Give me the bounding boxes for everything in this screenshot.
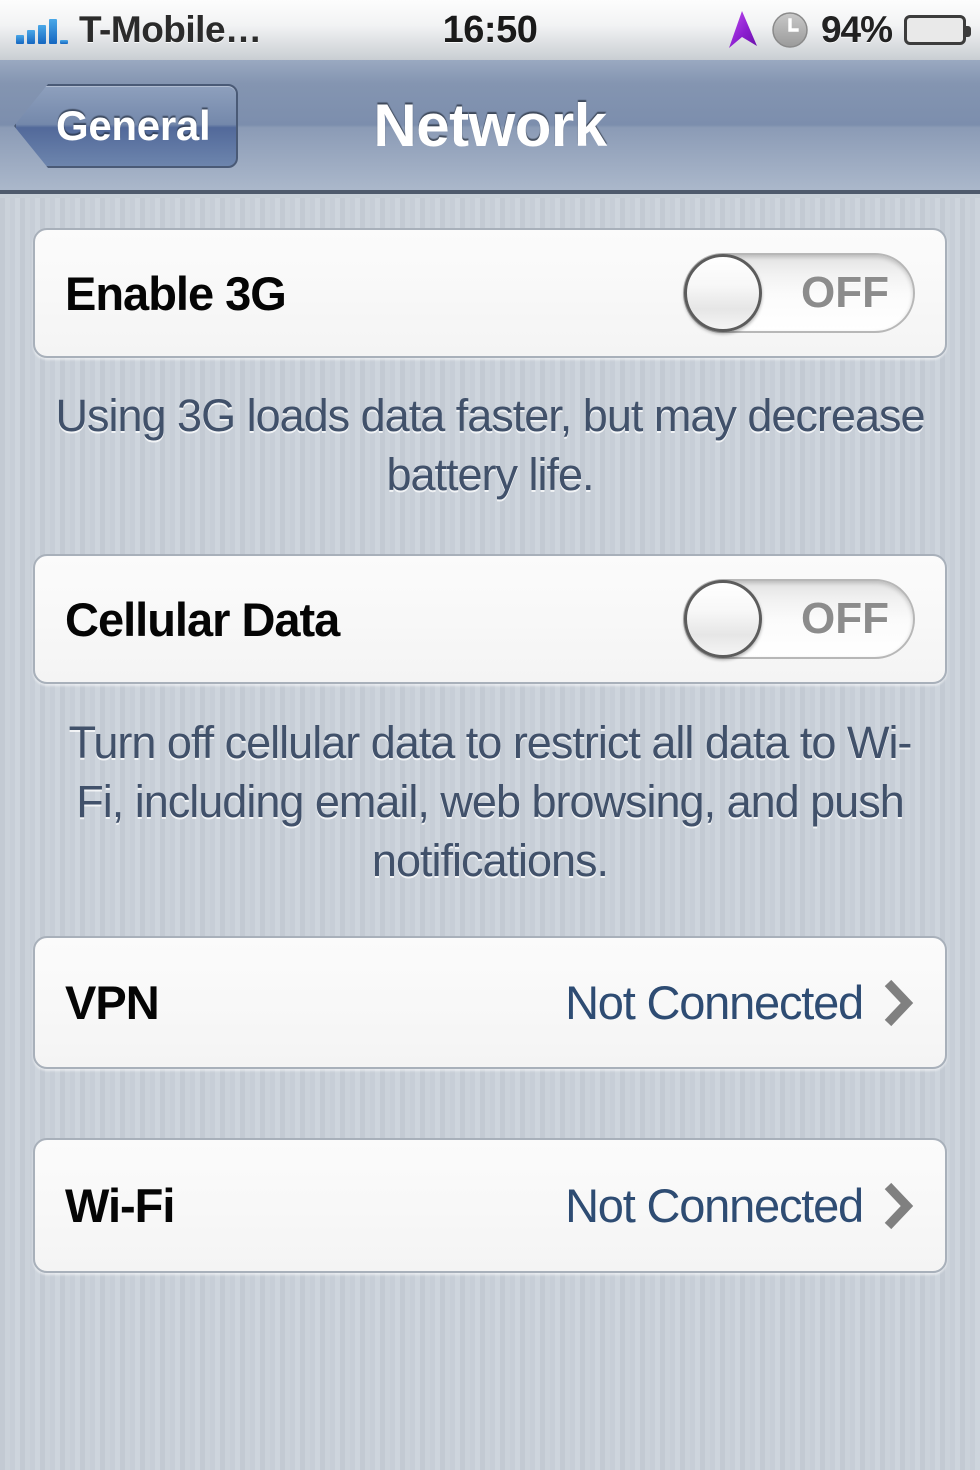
battery-icon bbox=[904, 15, 971, 45]
chevron-right-icon bbox=[881, 977, 915, 1029]
enable-3g-label: Enable 3G bbox=[65, 266, 287, 320]
status-bar: T-Mobile… 16:50 94% bbox=[0, 0, 980, 60]
wifi-card: Wi-Fi Not Connected bbox=[33, 1138, 947, 1273]
iphone-settings-screen: T-Mobile… 16:50 94% General Network Enab… bbox=[0, 0, 980, 1470]
alarm-clock-icon bbox=[771, 11, 809, 49]
enable-3g-footer-text: Using 3G loads data faster, but may decr… bbox=[55, 390, 925, 500]
cellular-data-label: Cellular Data bbox=[65, 592, 340, 646]
vpn-status-value: Not Connected bbox=[565, 976, 864, 1029]
enable-3g-row[interactable]: Enable 3G OFF bbox=[35, 230, 945, 356]
wifi-row-right: Not Connected bbox=[565, 1178, 915, 1233]
navigation-bar: General Network bbox=[0, 60, 980, 194]
signal-bars-icon bbox=[16, 16, 68, 44]
page-title: Network bbox=[373, 91, 607, 159]
vpn-row[interactable]: VPN Not Connected bbox=[35, 938, 945, 1067]
vpn-row-right: Not Connected bbox=[565, 975, 915, 1030]
vpn-card: VPN Not Connected bbox=[33, 936, 947, 1069]
vpn-label: VPN bbox=[65, 976, 160, 1029]
cellular-data-footer-text: Turn off cellular data to restrict all d… bbox=[68, 717, 913, 886]
carrier-label: T-Mobile… bbox=[79, 9, 262, 50]
enable-3g-card: Enable 3G OFF bbox=[33, 228, 947, 358]
cellular-data-card: Cellular Data OFF bbox=[33, 554, 947, 684]
battery-percent-label: 94% bbox=[820, 9, 893, 50]
enable-3g-switch-state: OFF bbox=[801, 268, 889, 317]
cellular-data-switch-knob[interactable] bbox=[684, 580, 762, 658]
cellular-data-row[interactable]: Cellular Data OFF bbox=[35, 556, 945, 682]
wifi-row[interactable]: Wi-Fi Not Connected bbox=[35, 1140, 945, 1271]
enable-3g-switch-knob[interactable] bbox=[684, 254, 762, 332]
status-bar-left: T-Mobile… bbox=[16, 9, 262, 51]
chevron-right-icon bbox=[881, 1180, 915, 1232]
wifi-label: Wi-Fi bbox=[65, 1179, 175, 1232]
cellular-data-switch-state: OFF bbox=[801, 594, 889, 643]
status-bar-right: 94% bbox=[725, 9, 971, 51]
location-arrow-icon bbox=[725, 10, 759, 50]
settings-content: Enable 3G OFF Using 3G loads data faster… bbox=[0, 198, 980, 1470]
cellular-data-switch[interactable]: OFF bbox=[683, 579, 915, 659]
enable-3g-switch[interactable]: OFF bbox=[683, 253, 915, 333]
status-bar-time: 16:50 bbox=[442, 8, 538, 51]
wifi-status-value: Not Connected bbox=[565, 1179, 864, 1232]
